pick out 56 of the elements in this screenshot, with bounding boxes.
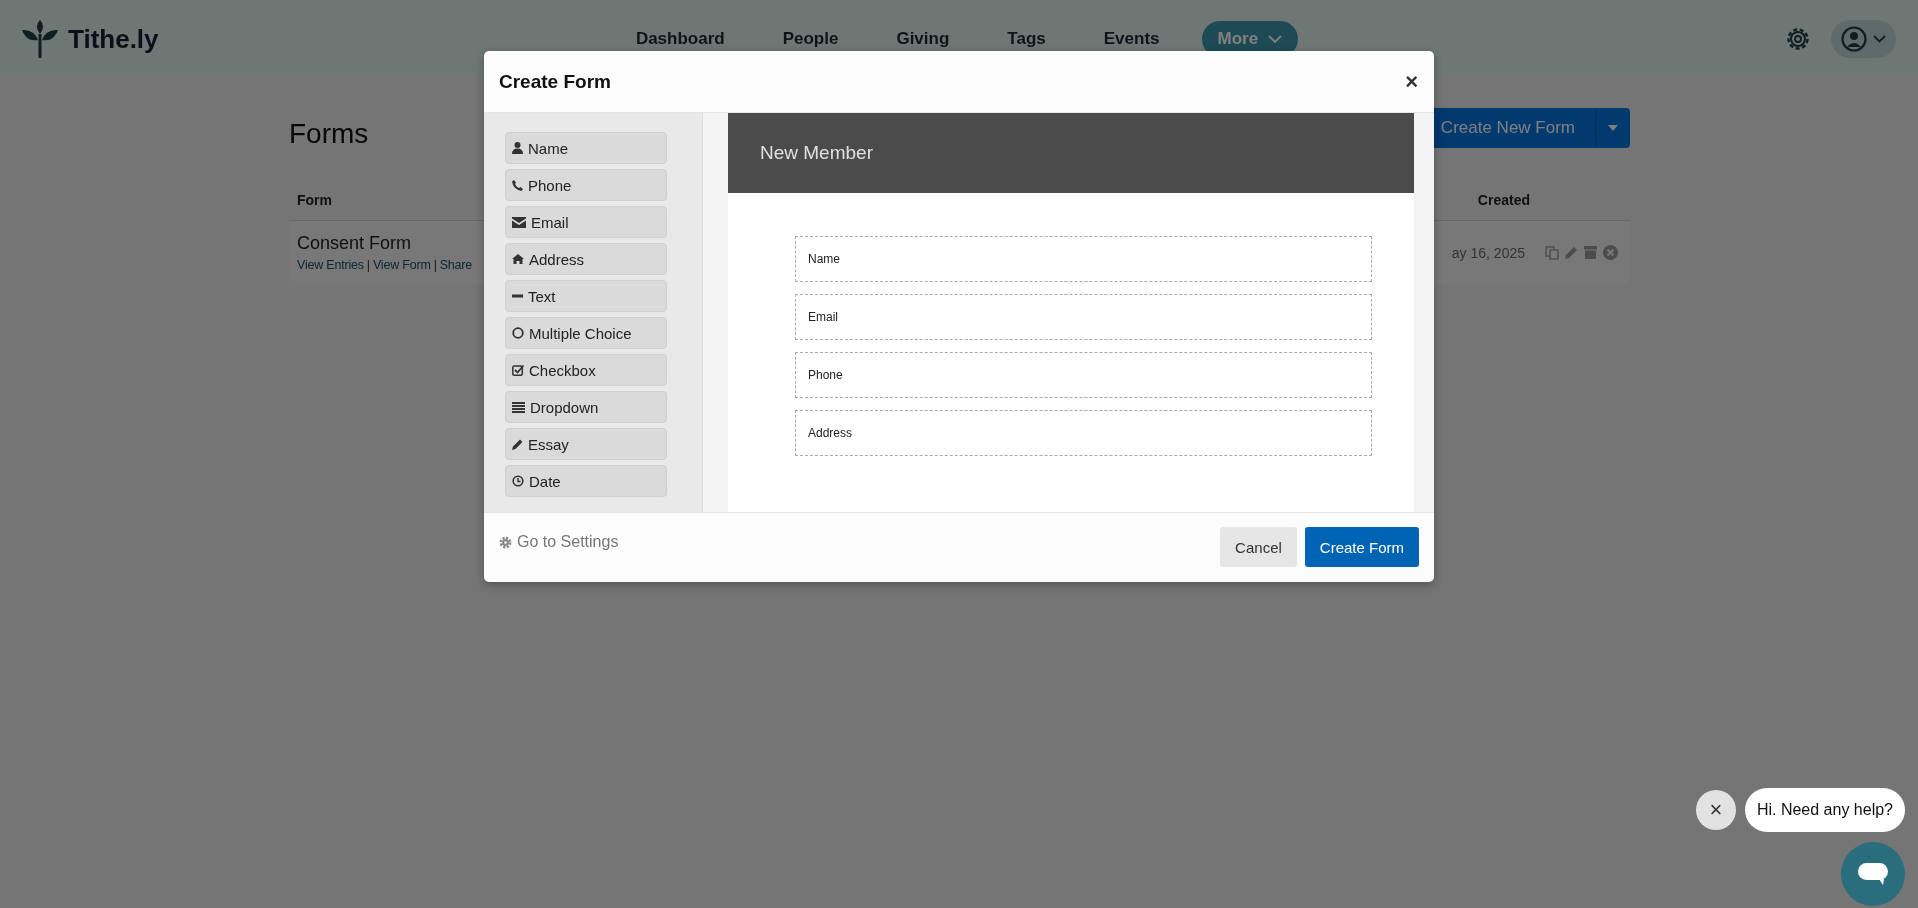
dismiss-button[interactable]: × (1695, 790, 1736, 830)
create-form-button[interactable]: Create Form (1304, 527, 1419, 567)
created-date: ay 16, 2025 (1451, 244, 1525, 261)
chevron-down-icon (1873, 35, 1886, 43)
pencil-icon[interactable] (1565, 246, 1578, 259)
person-icon (512, 142, 523, 154)
field-type-button[interactable]: Phone (505, 169, 667, 201)
field-type-button[interactable]: Multiple Choice (505, 317, 667, 349)
row-link[interactable]: Share (439, 258, 473, 272)
settings-icon (499, 535, 512, 549)
link-separator: | (433, 258, 437, 272)
account-menu-button[interactable] (1831, 20, 1896, 58)
form-title: New Member (760, 142, 873, 164)
house-icon (512, 254, 524, 264)
field-type-button[interactable]: Date (505, 465, 667, 497)
delete-icon[interactable] (1603, 245, 1618, 260)
field-type-button[interactable]: Essay (505, 428, 667, 460)
caret-down-icon[interactable] (1608, 125, 1618, 131)
phone-icon (512, 179, 523, 191)
clock-icon (512, 475, 524, 487)
field-type-button[interactable]: Name (505, 132, 667, 164)
leaf-logo-icon (22, 20, 58, 58)
form-field-placeholder[interactable]: Phone (795, 352, 1372, 398)
chevron-down-icon (1268, 35, 1283, 43)
field-type-button[interactable]: Address (505, 243, 667, 275)
field-type-button[interactable]: Checkbox (505, 354, 667, 386)
user-avatar-icon (1841, 26, 1867, 52)
circle-icon (512, 327, 524, 339)
brand-name[interactable]: Tithe.ly (68, 23, 159, 55)
settings-link[interactable]: Go to Settings (499, 533, 619, 551)
settings-icon[interactable] (1785, 26, 1811, 52)
pencil-icon (512, 438, 523, 450)
link-separator: | (366, 258, 370, 272)
close-button[interactable]: × (1405, 70, 1418, 93)
checkbox-icon (512, 364, 524, 376)
row-link[interactable]: View Form (372, 258, 431, 272)
column-header: Form (297, 192, 332, 208)
dash-icon (512, 294, 523, 298)
chat-bubble-icon (1857, 861, 1889, 887)
archive-icon[interactable] (1584, 246, 1597, 259)
field-type-button[interactable]: Email (505, 206, 667, 238)
envelope-icon (512, 216, 526, 228)
column-header: Created (1477, 192, 1530, 208)
form-name[interactable]: Consent Form (297, 233, 473, 254)
list-icon (512, 401, 525, 413)
field-type-button[interactable]: Text (505, 280, 667, 312)
chat-message[interactable]: Hi. Need any help? (1744, 788, 1905, 832)
field-type-button[interactable]: Dropdown (505, 391, 667, 423)
copy-icon[interactable] (1545, 245, 1559, 260)
form-field-placeholder[interactable]: Name (795, 236, 1372, 282)
cancel-button[interactable]: Cancel (1220, 527, 1297, 567)
page-title: Forms (289, 118, 369, 150)
modal-title: Create Form (499, 70, 611, 93)
form-field-placeholder[interactable]: Email (795, 294, 1372, 340)
row-link[interactable]: View Entries (297, 258, 364, 272)
form-field-placeholder[interactable]: Address (795, 410, 1372, 456)
